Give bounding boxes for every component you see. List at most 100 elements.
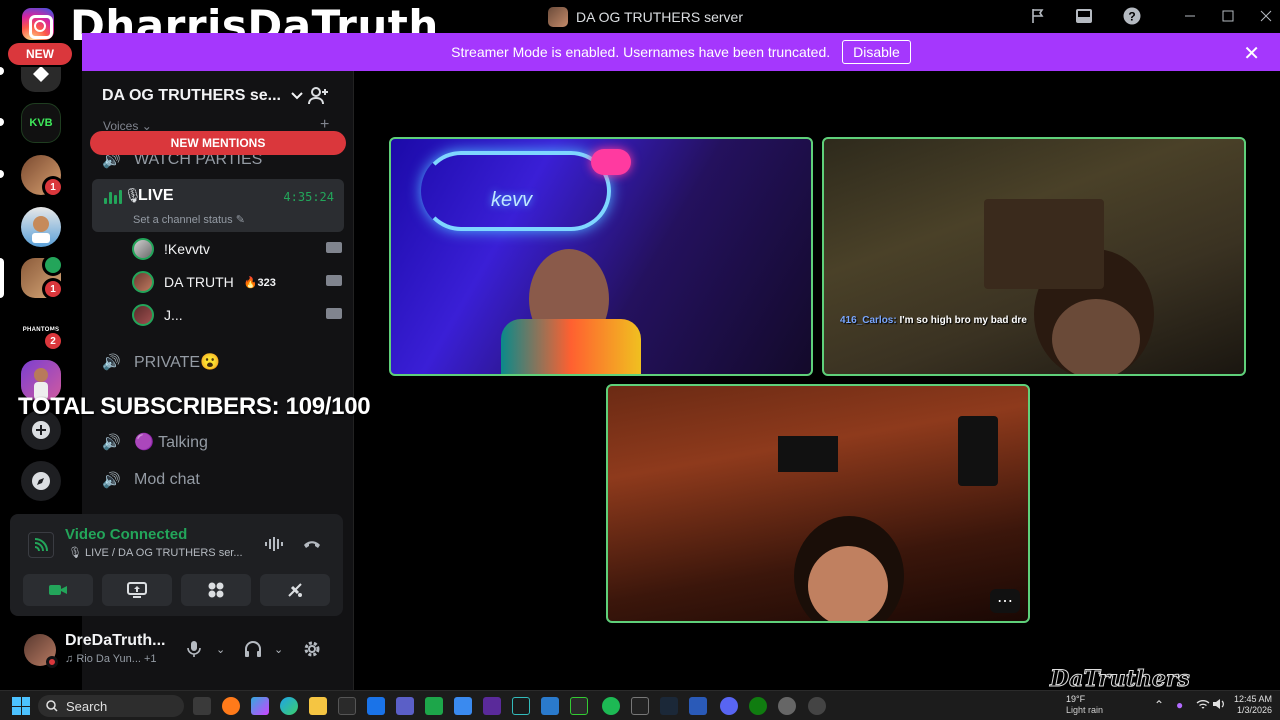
streamer-mode-banner: Streamer Mode is enabled. Usernames have… <box>82 33 1280 71</box>
chevron-down-icon <box>291 89 303 103</box>
tv <box>778 436 838 472</box>
participant-face <box>1052 299 1140 374</box>
voice-status-subtitle[interactable]: 🎙 LIVE / DA OG TRUTHERS ser... <box>68 546 243 559</box>
video-tile[interactable]: kevv <box>389 137 813 376</box>
server-item-kvb[interactable]: KVB <box>21 103 61 143</box>
user-panel: DreDaTruth... ♫ Rio Da Yun... +1 ⌄ ⌄ <box>10 622 343 680</box>
video-tile[interactable]: ⋯ <box>606 384 1030 623</box>
soundboard-button[interactable] <box>260 574 330 606</box>
server-item-4[interactable] <box>21 207 61 247</box>
epic-games-icon[interactable] <box>631 697 649 715</box>
outlook-icon[interactable] <box>367 697 385 715</box>
windows-start-icon[interactable] <box>12 697 30 715</box>
task-view-icon[interactable] <box>193 697 211 715</box>
unread-badge: 2 <box>45 333 61 349</box>
disable-streamer-mode-button[interactable]: Disable <box>842 40 911 64</box>
blue-app-icon[interactable] <box>454 697 472 715</box>
store-icon[interactable] <box>338 697 356 715</box>
xbox-icon[interactable] <box>749 697 767 715</box>
instagram-icon <box>22 8 54 40</box>
dresser <box>984 199 1104 289</box>
call-timer: 4:35:24 <box>283 190 334 204</box>
remote-desktop-icon[interactable] <box>689 697 707 715</box>
gear-icon[interactable] <box>303 640 321 663</box>
screen-share-button[interactable] <box>102 574 172 606</box>
taskbar-search[interactable]: Search <box>38 695 184 717</box>
purple-app-icon[interactable] <box>483 697 501 715</box>
user-activity: ♫ Rio Da Yun... +1 <box>65 653 157 665</box>
steam-icon[interactable] <box>660 697 678 715</box>
avatar <box>132 238 154 260</box>
flag-icon[interactable] <box>1026 5 1050 27</box>
chevron-down-icon[interactable]: ⌄ <box>274 643 283 656</box>
voice-member[interactable]: !Kevvtv <box>132 235 342 263</box>
system-clock[interactable]: 12:45 AM 1/3/2026 <box>1228 694 1272 716</box>
channel-private[interactable]: 🔊 PRIVATE😮 <box>102 352 220 372</box>
music-icon: ♫ <box>65 653 77 665</box>
tray-app-icon[interactable]: ● <box>1176 698 1183 712</box>
close-window-icon[interactable] <box>1254 5 1278 27</box>
chevron-down-icon[interactable]: ⌄ <box>216 643 225 656</box>
snipping-icon[interactable] <box>808 697 826 715</box>
maximize-icon[interactable] <box>1216 5 1240 27</box>
speaker-icon: 🔊 <box>102 354 121 371</box>
teams-icon[interactable] <box>396 697 414 715</box>
video-tile[interactable]: 416_Carlos: I'm so high bro my bad dre <box>822 137 1246 376</box>
copilot-icon[interactable] <box>251 697 269 715</box>
edge-icon[interactable] <box>280 697 298 715</box>
new-mentions-pill[interactable]: NEW MENTIONS <box>90 131 346 155</box>
channel-talking[interactable]: 🔊 🟣 Talking <box>102 432 208 452</box>
firefox-icon[interactable] <box>222 697 240 715</box>
banner-message: Streamer Mode is enabled. Usernames have… <box>451 44 831 60</box>
discover-button[interactable] <box>21 461 61 501</box>
disconnect-icon[interactable] <box>302 536 322 557</box>
camera-icon <box>326 308 342 319</box>
participant-body <box>501 319 641 374</box>
wifi-icon[interactable] <box>1196 698 1210 713</box>
rail-indicator-active <box>0 258 4 298</box>
cloud-light <box>591 149 631 175</box>
headphones-icon[interactable] <box>244 640 262 663</box>
voice-member[interactable]: J... <box>132 301 342 329</box>
minimize-icon[interactable] <box>1178 5 1202 27</box>
close-banner-icon[interactable]: ✕ <box>1243 41 1260 66</box>
watermark-logo: DaTruthers <box>1050 666 1191 693</box>
live-indicator-icon <box>45 257 61 273</box>
screen-share-icon <box>127 582 147 598</box>
more-options-button[interactable]: ⋯ <box>990 589 1020 613</box>
camera-icon <box>49 585 67 595</box>
signal-icon[interactable] <box>28 532 54 558</box>
dolphin-app-icon[interactable] <box>512 697 530 715</box>
channel-status-input[interactable]: Set a channel status ✎ <box>133 213 245 226</box>
voice-status-title[interactable]: Video Connected <box>65 526 187 543</box>
svg-text:?: ? <box>1128 10 1135 24</box>
chevron-up-icon[interactable]: ⌃ <box>1154 698 1164 712</box>
green-app-icon[interactable] <box>425 697 443 715</box>
spotify-icon[interactable] <box>602 697 620 715</box>
file-explorer-icon[interactable] <box>309 697 327 715</box>
microphone-icon[interactable] <box>187 640 201 663</box>
weather-widget[interactable]: 19°F Light rain <box>1046 694 1103 716</box>
channel-mod-chat[interactable]: 🔊 Mod chat <box>102 471 200 489</box>
help-icon[interactable]: ? <box>1120 5 1144 27</box>
username[interactable]: DreDaTruth... <box>65 632 165 650</box>
settings-icon[interactable] <box>778 697 796 715</box>
invite-user-icon[interactable] <box>307 85 329 107</box>
server-icon <box>548 7 568 27</box>
photos-icon[interactable] <box>541 697 559 715</box>
noise-suppression-icon[interactable] <box>264 536 284 557</box>
jersey <box>958 416 998 486</box>
inbox-icon[interactable] <box>1072 5 1096 27</box>
avatar[interactable] <box>24 634 58 668</box>
discord-icon[interactable] <box>720 697 738 715</box>
capcut-icon[interactable] <box>570 697 588 715</box>
activities-button[interactable] <box>181 574 251 606</box>
voice-member[interactable]: DA TRUTH 🔥323 <box>132 268 342 296</box>
subscribers-overlay: TOTAL SUBSCRIBERS: 109/100 <box>18 393 371 420</box>
channel-live[interactable]: 🎙 LIVE 4:35:24 Set a channel status ✎ <box>92 179 344 232</box>
volume-icon[interactable] <box>1212 698 1226 713</box>
camera-icon <box>326 275 342 286</box>
activities-icon <box>208 582 224 598</box>
camera-button[interactable] <box>23 574 93 606</box>
fire-badge: 🔥323 <box>243 276 276 289</box>
